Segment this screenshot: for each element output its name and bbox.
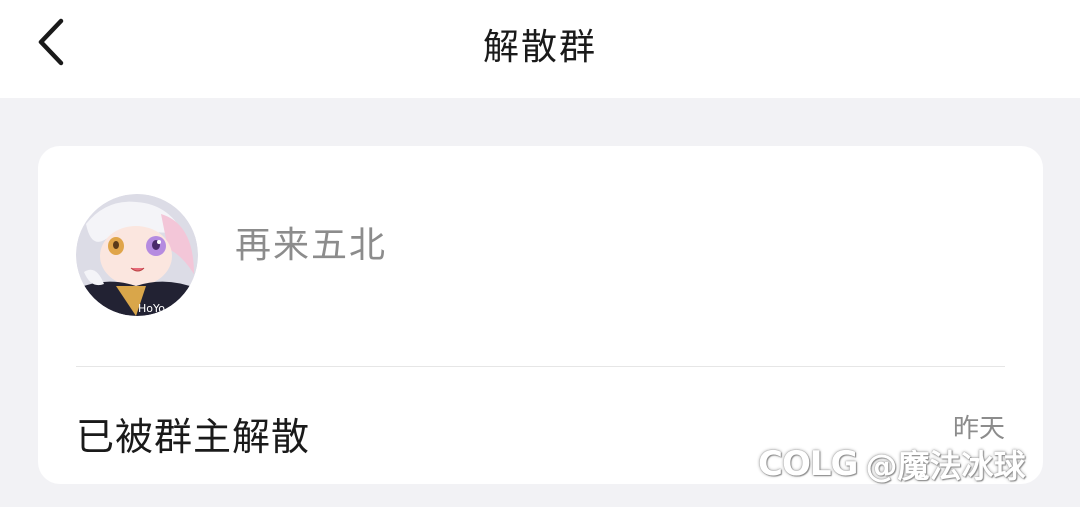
timestamp: 昨天: [952, 414, 1005, 444]
anime-character-avatar-icon: HoYo: [76, 194, 198, 316]
page-title: 解散群: [482, 27, 597, 68]
disband-status-text: 已被群主解散: [76, 415, 311, 459]
group-avatar[interactable]: HoYo: [76, 194, 198, 316]
group-info-row[interactable]: HoYo 再来五北: [38, 146, 1043, 366]
watermark-logo: COLG: [758, 444, 858, 484]
notification-card: HoYo 再来五北 已被群主解散 昨天: [38, 146, 1043, 484]
watermark: COLG @魔法冰球: [758, 442, 1025, 486]
watermark-handle: @魔法冰球: [865, 447, 1026, 485]
group-name: 再来五北: [235, 225, 388, 266]
svg-text:HoYo: HoYo: [138, 302, 165, 315]
top-bar: 解散群: [0, 0, 1080, 98]
divider: [76, 366, 1005, 367]
